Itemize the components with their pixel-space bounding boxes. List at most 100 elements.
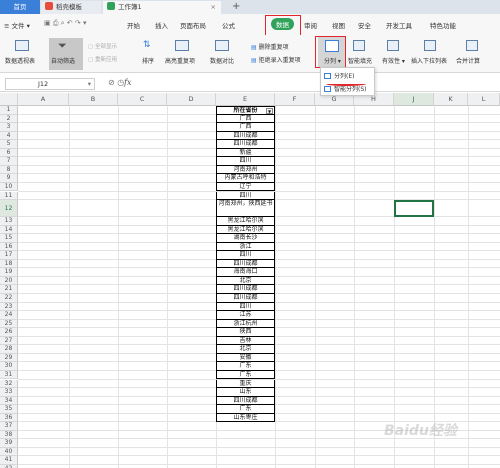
table-cell[interactable]: 海南海口	[216, 268, 275, 277]
row-header[interactable]: 20	[0, 276, 18, 286]
col-header-d[interactable]: D	[167, 93, 216, 106]
table-cell[interactable]: 辽宁	[216, 182, 275, 192]
row-header[interactable]: 5	[0, 140, 18, 149]
table-cell[interactable]: 四川	[216, 302, 275, 312]
name-box[interactable]: J12 ▾	[5, 78, 95, 90]
col-header-b[interactable]: B	[69, 93, 118, 106]
row-header[interactable]: 10	[0, 182, 18, 192]
table-cell[interactable]: 广西	[216, 123, 275, 132]
table-cell[interactable]: 四川成都	[216, 396, 275, 406]
row-header[interactable]: 11	[0, 191, 18, 201]
table-cell[interactable]: 四川成都	[216, 294, 275, 303]
col-header-j[interactable]: J	[394, 93, 434, 106]
col-header-c[interactable]: C	[118, 93, 167, 106]
row-header[interactable]: 18	[0, 259, 18, 269]
table-cell[interactable]: 四川	[216, 191, 275, 201]
highlight-dup-button[interactable]: 高亮重复项	[165, 56, 195, 65]
table-cell[interactable]: 广西	[216, 114, 275, 124]
col-header-k[interactable]: K	[434, 93, 468, 106]
row-header[interactable]: 12	[0, 200, 18, 218]
menu-view[interactable]: 视图	[332, 20, 345, 30]
table-cell[interactable]: 陕西	[216, 328, 275, 337]
table-cell[interactable]: 新疆	[216, 148, 275, 158]
row-header[interactable]: 4	[0, 131, 18, 141]
table-cell[interactable]: 四川成都	[216, 140, 275, 149]
table-cell[interactable]: 湖南长沙	[216, 234, 275, 243]
smart-fill-button[interactable]: 智能填充	[348, 56, 372, 65]
row-header[interactable]: 17	[0, 251, 18, 260]
row-header[interactable]: 1	[0, 106, 18, 115]
new-tab-button[interactable]: +	[232, 0, 240, 14]
tab-workbook[interactable]: 工作簿1 ×	[103, 1, 221, 14]
table-cell[interactable]: 内蒙古呼和浩特	[216, 174, 275, 183]
row-header[interactable]: 23	[0, 302, 18, 312]
table-header-cell[interactable]: 所在省份 ▼	[216, 106, 275, 115]
row-header[interactable]: 30	[0, 362, 18, 371]
table-cell[interactable]: 四川成都	[216, 285, 275, 294]
remove-dup-button[interactable]: ▤ 删除重复项	[251, 42, 289, 51]
table-cell[interactable]: 重庆	[216, 379, 275, 389]
menu-special[interactable]: 特色功能	[430, 20, 456, 30]
table-cell[interactable]: 河南郑州，陕西延书	[216, 200, 275, 218]
row-header[interactable]: 28	[0, 345, 18, 354]
row-header[interactable]: 31	[0, 370, 18, 380]
chevron-down-icon[interactable]: ▾	[88, 79, 91, 89]
col-header-l[interactable]: L	[468, 93, 500, 106]
menu-start[interactable]: 开始	[127, 20, 140, 30]
table-cell[interactable]: 四川	[216, 251, 275, 260]
row-header[interactable]: 41	[0, 456, 18, 465]
table-cell[interactable]: 广东	[216, 405, 275, 414]
col-header-f[interactable]: F	[275, 93, 315, 106]
row-header[interactable]: 24	[0, 311, 18, 320]
menu-review[interactable]: 审阅	[304, 20, 317, 30]
row-header[interactable]: 3	[0, 123, 18, 132]
formula-tools-icons[interactable]: ⊘ ◷	[108, 78, 124, 87]
row-header[interactable]: 39	[0, 439, 18, 448]
menu-formula[interactable]: 公式	[222, 20, 235, 30]
spreadsheet-grid[interactable]: A B C D E F G H I J K L 1234567891011121…	[0, 93, 500, 468]
compare-button[interactable]: 数据对比	[210, 56, 234, 65]
reject-dup-button[interactable]: ▤ 拒绝录入重复项	[251, 55, 301, 64]
row-header[interactable]: 15	[0, 234, 18, 243]
table-cell[interactable]: 河南郑州	[216, 165, 275, 175]
row-header[interactable]: 14	[0, 225, 18, 235]
row-header[interactable]: 13	[0, 217, 18, 226]
row-header[interactable]: 36	[0, 413, 18, 423]
row-header[interactable]: 27	[0, 336, 18, 346]
row-header[interactable]: 16	[0, 242, 18, 252]
row-header[interactable]: 26	[0, 328, 18, 337]
selected-cell-j12[interactable]	[394, 200, 434, 218]
table-cell[interactable]: 黑龙江哈尔滨	[216, 217, 275, 226]
sort-button[interactable]: 排序	[142, 56, 154, 65]
table-cell[interactable]: 山东	[216, 388, 275, 397]
tab-template[interactable]: 稻壳模板	[41, 1, 101, 14]
menu-insert[interactable]: 插入	[155, 20, 168, 30]
close-icon[interactable]: ×	[211, 1, 216, 14]
row-header[interactable]: 40	[0, 447, 18, 457]
menu-security[interactable]: 安全	[358, 20, 371, 30]
table-cell[interactable]: 浙江杭州	[216, 319, 275, 329]
col-header-e[interactable]: E	[216, 93, 275, 106]
show-all-button[interactable]: ▢ 全部显示	[88, 42, 117, 50]
table-cell[interactable]: 四川成都	[216, 131, 275, 141]
table-cell[interactable]: 北京	[216, 276, 275, 286]
table-cell[interactable]: 安徽	[216, 353, 275, 363]
row-header[interactable]: 2	[0, 114, 18, 124]
table-cell[interactable]: 吉林	[216, 336, 275, 346]
row-header[interactable]: 22	[0, 294, 18, 303]
menu-page-layout[interactable]: 页面布局	[180, 20, 206, 30]
row-header[interactable]: 6	[0, 148, 18, 158]
row-header[interactable]: 33	[0, 388, 18, 397]
table-cell[interactable]: 广东	[216, 370, 275, 380]
merge-calc-button[interactable]: 合并计算	[456, 56, 480, 65]
insert-dropdown-button[interactable]: 插入下拉列表	[411, 56, 447, 65]
validity-button[interactable]: 有效性 ▾	[382, 56, 405, 65]
row-header[interactable]: 34	[0, 396, 18, 406]
row-header[interactable]: 19	[0, 268, 18, 277]
quick-access-icons[interactable]: ▣ ⎙ ⌕ ↶ ↷ ▾	[44, 19, 87, 28]
row-header[interactable]: 32	[0, 379, 18, 389]
formula-input[interactable]	[140, 78, 496, 90]
row-header[interactable]: 9	[0, 174, 18, 183]
row-header[interactable]: 37	[0, 422, 18, 431]
col-header-a[interactable]: A	[18, 93, 69, 106]
